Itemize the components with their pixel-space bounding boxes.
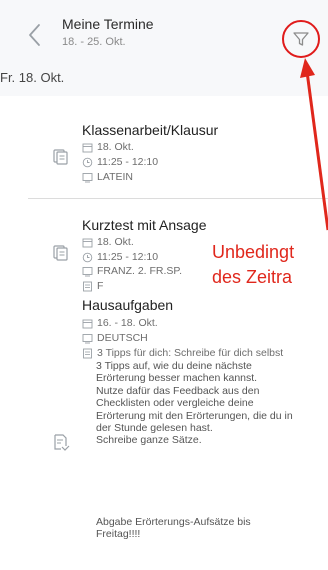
exam-stack-icon [53,149,68,165]
card-time-text: 11:25 - 12:10 [97,156,159,168]
appointment-list [0,96,328,570]
card-date: 18. Okt. [82,236,134,248]
card-note-footer: Abgabe Erörterungs-Aufsätze bis Freitag!… [96,516,251,541]
date-range-subtitle: 18. - 25. Okt. [62,36,126,48]
calendar-icon [82,238,93,247]
annotation-text-line2: des Zeitra [212,267,293,287]
annotation-text-line1: Unbedingt [212,242,295,262]
page-title: Meine Termine [62,16,154,32]
card-time: 11:25 - 12:10 [82,156,158,168]
card-date: 16. - 18. Okt. [82,317,158,329]
subject-board-icon [82,333,93,343]
card-date-text: 18. Okt. [97,141,134,153]
calendar-icon [82,319,93,328]
card-time-text: 11:25 - 12:10 [97,251,159,263]
note-icon [83,281,92,291]
card-date-text: 18. Okt. [97,236,134,248]
subject-board-icon [82,266,93,276]
clock-icon [82,252,93,262]
exam-stack-icon [53,245,68,261]
card-date-text: 16. - 18. Okt. [97,317,158,329]
card-subject: LATEIN [82,171,133,183]
card-subject-text: LATEIN [97,171,133,183]
card-title: Hausaufgaben [82,297,174,313]
card-title: Kurztest mit Ansage [82,217,207,233]
app-header: Meine Termine 18. - 25. Okt. [0,0,328,62]
card-subject: FRANZ. 2. FR.SP. [82,265,182,277]
card-note-body: 3 Tipps auf, wie du deine nächste Erörte… [96,360,293,447]
homework-icon [54,434,70,451]
day-heading: Fr. 18. Okt. [0,70,65,85]
card-time: 11:25 - 12:10 [82,251,158,263]
card-subject-text: DEUTSCH [97,332,148,344]
card-note: 3 Tipps für dich: Schreibe für dich selb… [82,347,283,359]
filter-button[interactable] [282,20,320,58]
clock-icon [82,157,93,167]
card-date: 18. Okt. [82,141,134,153]
card-note-text: F [97,280,104,292]
card-subject-text: FRANZ. 2. FR.SP. [97,265,182,277]
filter-icon [293,32,309,46]
card-note: F [82,280,103,292]
card-note-first-line: 3 Tipps für dich: Schreibe für dich selb… [97,347,284,359]
subject-board-icon [82,172,93,182]
chevron-left-icon[interactable] [26,22,44,48]
calendar-icon [82,143,93,152]
card-subject: DEUTSCH [82,332,148,344]
note-icon [83,348,92,358]
divider [28,198,328,199]
card-title: Klassenarbeit/Klausur [82,122,219,138]
